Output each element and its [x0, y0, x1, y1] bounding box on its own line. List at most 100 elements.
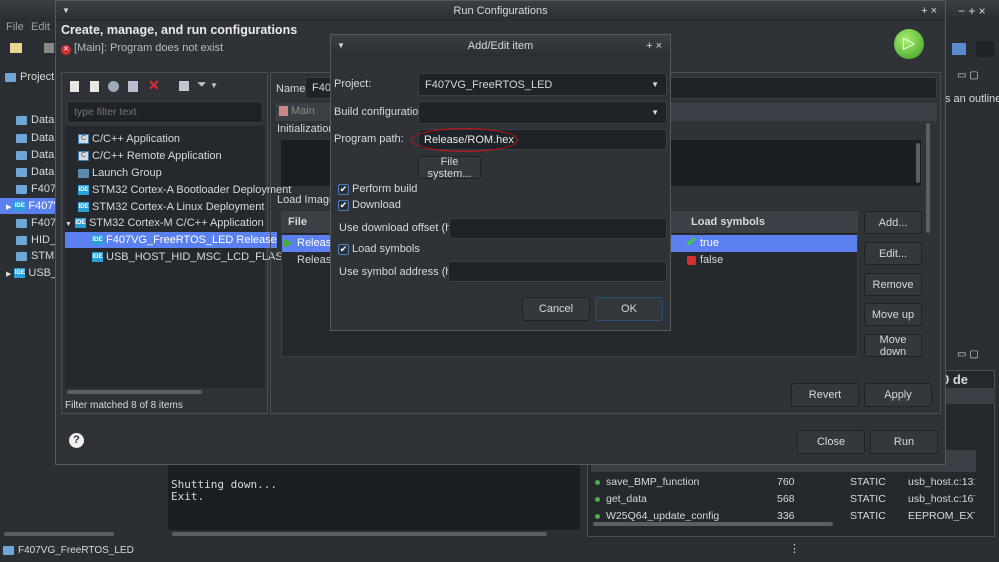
- status-dot-icon: [595, 514, 600, 519]
- apply-button[interactable]: Apply: [864, 383, 932, 407]
- add-edit-controls[interactable]: + ×: [646, 35, 662, 57]
- explorer-item[interactable]: F407V: [16, 215, 63, 231]
- explorer-item[interactable]: STM3: [16, 248, 60, 264]
- download-checkbox[interactable]: ✔ Download: [338, 199, 401, 211]
- cell-location: EEPROM_EXTERN: [908, 510, 975, 521]
- new-config-icon[interactable]: [70, 81, 79, 92]
- symbol-address-input[interactable]: [448, 261, 667, 282]
- expand-arrow-icon[interactable]: ▶: [6, 271, 11, 278]
- panel-header-bar: [940, 388, 995, 404]
- download-offset-label: Use download offset (hex): [339, 222, 467, 234]
- error-message: ✕ [Main]: Program does not exist: [61, 42, 223, 55]
- cell-size: 336: [777, 510, 795, 521]
- remove-button[interactable]: Remove: [864, 273, 922, 296]
- cancel-button[interactable]: Cancel: [522, 297, 590, 321]
- close-button[interactable]: Close: [797, 430, 865, 454]
- col-load-symbols[interactable]: Load symbols: [691, 216, 765, 228]
- collapse-arrow-icon[interactable]: ▼: [65, 221, 72, 228]
- filter-icon[interactable]: ⏷ ▼: [197, 77, 218, 92]
- cell-name: W25Q64_update_config: [606, 510, 720, 521]
- explorer-item[interactable]: ▶ IDE F407V: [0, 198, 61, 214]
- delete-icon[interactable]: ✕: [148, 77, 160, 94]
- perspective-icon-2[interactable]: [976, 41, 994, 57]
- explorer-item[interactable]: Datalo: [16, 147, 63, 163]
- tree-item[interactable]: C C/C++ Remote Application: [78, 148, 222, 164]
- panel-controls[interactable]: ▭ ▢: [957, 70, 979, 81]
- add-edit-menu-icon[interactable]: ▼: [337, 35, 345, 57]
- ide-project-icon: IDE: [14, 201, 26, 212]
- explorer-item[interactable]: F407V: [16, 181, 63, 197]
- console-line: Exit.: [171, 490, 205, 503]
- move-up-button[interactable]: Move up: [864, 303, 922, 326]
- export-icon[interactable]: [108, 81, 119, 92]
- cell-size: 568: [777, 493, 795, 505]
- load-symbols-checkbox[interactable]: ✔ Load symbols: [338, 243, 420, 255]
- move-down-button[interactable]: Move down: [864, 334, 922, 358]
- dialog-menu-icon[interactable]: ▼: [62, 1, 70, 21]
- explorer-item[interactable]: HID_R: [16, 232, 64, 248]
- detail-vscrollbar[interactable]: [926, 123, 930, 233]
- project-combo[interactable]: F407VG_FreeRTOS_LED ▼: [418, 73, 667, 96]
- build-config-label: Build configuration:: [334, 106, 428, 118]
- table-row[interactable]: get_data 568 STATIC usb_host.c:1672: [593, 492, 975, 508]
- explorer-item[interactable]: Datalo: [16, 130, 63, 146]
- run-banner-icon: ▷: [894, 29, 924, 59]
- ide-icon: IDE: [92, 235, 103, 246]
- run-button[interactable]: Run: [870, 430, 938, 454]
- save-icon[interactable]: [44, 43, 54, 53]
- dialog-heading: Create, manage, and run configurations: [61, 23, 298, 37]
- menu-edit[interactable]: Edit: [31, 21, 50, 33]
- cross-icon: [687, 256, 696, 265]
- project-label: Project:: [334, 78, 372, 90]
- table-row[interactable]: save_BMP_function 760 STATIC usb_host.c:…: [593, 475, 975, 491]
- tree-item[interactable]: Launch Group: [78, 165, 162, 181]
- tree-item[interactable]: IDE F407VG_FreeRTOS_LED Release: [65, 232, 277, 248]
- status-menu-icon[interactable]: ⋮: [789, 542, 800, 555]
- chevron-down-icon: ▼: [651, 80, 659, 89]
- symbol-hscrollbar[interactable]: [593, 522, 833, 526]
- filter-status: Filter matched 8 of 8 items: [65, 400, 183, 411]
- tree-item[interactable]: IDE STM32 Cortex-A Bootloader Deployment: [78, 182, 291, 198]
- perspective-icon[interactable]: [952, 43, 966, 55]
- explorer-item[interactable]: Datalo: [16, 164, 63, 180]
- init-vscrollbar[interactable]: [916, 143, 920, 183]
- explorer-item[interactable]: Datalo: [16, 112, 63, 128]
- collapse-all-icon[interactable]: [179, 81, 189, 91]
- help-icon[interactable]: ?: [69, 433, 84, 448]
- tab-main[interactable]: Main: [279, 105, 315, 117]
- edit-button[interactable]: Edit...: [864, 242, 922, 265]
- folder-icon: [16, 218, 27, 228]
- ide-window-controls[interactable]: − + ×: [958, 4, 986, 18]
- cell-name: get_data: [606, 493, 647, 505]
- menu-file[interactable]: File: [6, 21, 24, 33]
- console-hscrollbar[interactable]: [172, 532, 547, 536]
- tree-item[interactable]: ▼ IDE STM32 Cortex-M C/C++ Application: [65, 215, 264, 231]
- tree-item[interactable]: C C/C++ Application: [78, 131, 180, 147]
- duplicate-icon[interactable]: [128, 81, 138, 92]
- col-file[interactable]: File: [288, 216, 307, 228]
- dialog-controls[interactable]: + ×: [921, 1, 937, 21]
- explorer-item[interactable]: ▶ IDE USB_: [6, 265, 57, 281]
- ok-button[interactable]: OK: [595, 297, 663, 321]
- tree-item[interactable]: IDE STM32 Cortex-A Linux Deployment: [78, 199, 264, 215]
- new-prototype-icon[interactable]: [90, 81, 99, 92]
- download-offset-input[interactable]: [449, 218, 667, 239]
- perform-build-checkbox[interactable]: ✔ Perform build: [338, 183, 417, 195]
- error-icon: ✕: [61, 45, 71, 55]
- table-row[interactable]: W25Q64_update_config 336 STATIC EEPROM_E…: [593, 509, 975, 521]
- checkbox-checked: ✔: [338, 243, 349, 255]
- new-icon[interactable]: [10, 43, 22, 53]
- cell-location: usb_host.c:1318: [908, 476, 975, 488]
- tree-hscrollbar[interactable]: [67, 390, 202, 394]
- revert-button[interactable]: Revert: [791, 383, 859, 407]
- cell-type: STATIC: [850, 493, 886, 505]
- expand-arrow-icon[interactable]: ▶: [6, 204, 11, 211]
- check-icon: ✔: [686, 234, 697, 249]
- file-system-button[interactable]: File system...: [418, 156, 481, 180]
- ide-icon: IDE: [78, 185, 89, 196]
- filter-input[interactable]: type filter text: [67, 101, 263, 123]
- build-config-combo[interactable]: ▼: [418, 101, 667, 124]
- add-button[interactable]: Add...: [864, 211, 922, 234]
- explorer-hscrollbar[interactable]: [4, 532, 114, 536]
- panel-controls-2[interactable]: ▭ ▢: [957, 349, 979, 360]
